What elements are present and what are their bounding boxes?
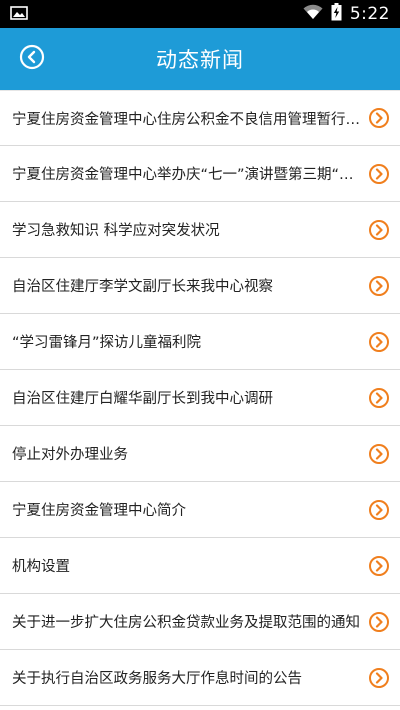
news-item[interactable]: 自治区住建厅李学文副厅长来我中心视察 [0,258,400,314]
wifi-icon [303,4,323,24]
back-button[interactable] [18,44,46,74]
news-item[interactable]: 宁夏住房资金管理中心简介 [0,482,400,538]
news-item[interactable]: 机构设置 [0,538,400,594]
page-title: 动态新闻 [156,48,244,72]
chevron-right-circle-icon [368,163,390,185]
chevron-right-circle-icon [368,275,390,297]
news-item-title: 宁夏住房资金管理中心举办庆“七一”演讲暨第三期“读书讲坛”活动 [12,167,368,183]
chevron-right-circle-icon [368,443,390,465]
news-item[interactable]: 宁夏住房资金管理中心住房公积金不良信用管理暂行办法 [0,90,400,146]
news-item[interactable]: 关于执行自治区政务服务大厅作息时间的公告 [0,650,400,706]
news-item-title: 宁夏住房资金管理中心简介 [12,503,186,519]
news-item-title: “学习雷锋月”探访儿童福利院 [12,335,202,351]
chevron-right-circle-icon [368,107,390,129]
news-item-title: 关于进一步扩大住房公积金贷款业务及提取范围的通知 [12,615,360,631]
status-bar: 5:22 [0,0,400,28]
news-list: 宁夏住房资金管理中心住房公积金不良信用管理暂行办法 宁夏住房资金管理中心举办庆“七… [0,90,400,706]
chevron-right-circle-icon [368,667,390,689]
news-item-title: 停止对外办理业务 [12,447,128,463]
title-bar: 动态新闻 [0,28,400,90]
news-item-title: 自治区住建厅李学文副厅长来我中心视察 [12,279,273,295]
news-item[interactable]: 停止对外办理业务 [0,426,400,482]
image-notification-icon [10,5,28,24]
chevron-right-circle-icon [368,219,390,241]
news-item-title: 宁夏住房资金管理中心住房公积金不良信用管理暂行办法 [12,111,368,128]
news-item[interactable]: 宁夏住房资金管理中心举办庆“七一”演讲暨第三期“读书讲坛”活动 [0,146,400,202]
news-item-title: 学习急救知识 科学应对突发状况 [12,223,220,239]
news-item-title: 自治区住建厅白耀华副厅长到我中心调研 [12,391,273,407]
chevron-right-circle-icon [368,387,390,409]
news-item[interactable]: 关于进一步扩大住房公积金贷款业务及提取范围的通知 [0,594,400,650]
status-time: 5:22 [349,4,390,24]
news-item-title: 机构设置 [12,559,70,575]
battery-charging-icon [331,3,342,25]
chevron-right-circle-icon [368,331,390,353]
chevron-right-circle-icon [368,555,390,577]
news-item[interactable]: 自治区住建厅白耀华副厅长到我中心调研 [0,370,400,426]
chevron-right-circle-icon [368,499,390,521]
news-item-title: 关于执行自治区政务服务大厅作息时间的公告 [12,671,302,687]
news-item[interactable]: 学习急救知识 科学应对突发状况 [0,202,400,258]
back-circle-icon [19,44,45,74]
news-item[interactable]: “学习雷锋月”探访儿童福利院 [0,314,400,370]
chevron-right-circle-icon [368,611,390,633]
